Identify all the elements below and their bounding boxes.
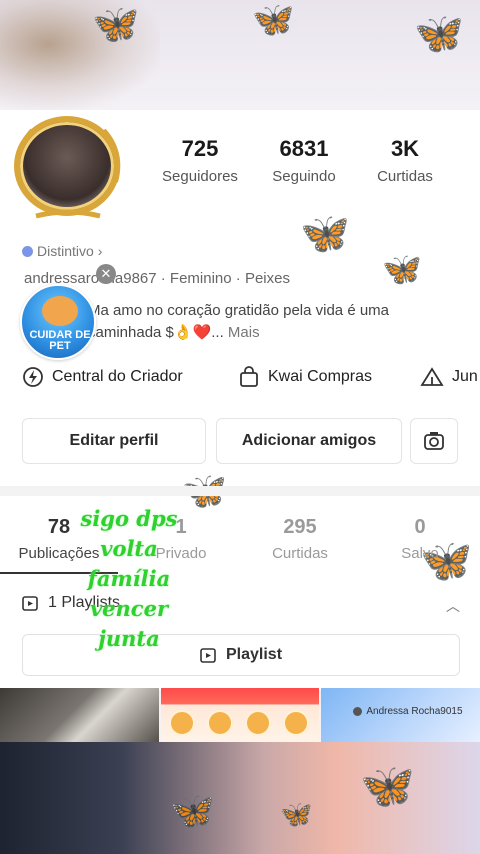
coin-icon <box>206 710 233 736</box>
shopping-bag-icon <box>240 366 258 387</box>
badge-link[interactable]: Distintivo › <box>22 243 102 259</box>
tab-saved[interactable]: 0 Salvo <box>360 516 480 562</box>
creator-center-label: Central do Criador <box>52 368 183 385</box>
avatar[interactable] <box>6 112 130 224</box>
badge-icon <box>22 245 33 257</box>
followers-label: Seguidores <box>162 168 238 185</box>
sticker-text: sigo dps volta família vencer junta <box>44 504 214 654</box>
liked-label: Curtidas <box>272 545 328 562</box>
author-avatar-icon <box>353 707 363 716</box>
pet-icon <box>42 296 78 326</box>
coin-icon <box>244 710 271 736</box>
footer-background <box>0 742 480 854</box>
creator-center-button[interactable]: Central do Criador <box>22 366 183 388</box>
chevron-right-icon: › <box>97 243 103 259</box>
coin-icon <box>282 710 309 736</box>
bio[interactable]: Ma amo no coração gratidão pela vida é u… <box>88 300 448 344</box>
video-thumbnail[interactable] <box>0 688 159 742</box>
playlist-icon <box>22 596 38 611</box>
coin-icon <box>168 710 195 736</box>
tab-likes[interactable]: 295 Curtidas <box>240 516 360 562</box>
badge-label: Distintivo <box>37 243 94 259</box>
pet-badge-label: CUIDAR DE PET <box>29 329 91 352</box>
tent-icon <box>420 367 444 386</box>
sticker-line: família <box>87 566 171 591</box>
playlist-button-label: Playlist <box>225 646 283 663</box>
followers-stat[interactable]: 725 Seguidores <box>150 136 250 185</box>
kwai-shop-label: Kwai Compras <box>268 368 373 385</box>
likes-stat[interactable]: 3K Curtidas <box>360 136 450 185</box>
likes-count: 3K <box>390 136 420 161</box>
kwai-shop-button[interactable]: Kwai Compras <box>238 366 372 388</box>
tools-row: Central do Criador Kwai Compras Jun <box>0 366 480 396</box>
edit-profile-button[interactable]: Editar perfil <box>22 418 206 464</box>
camera-button[interactable] <box>410 418 458 464</box>
saved-count: 0 <box>414 516 426 538</box>
saved-label: Salvo <box>401 545 439 562</box>
thumbnail-author-name: Andressa Rocha9015 <box>366 706 463 717</box>
more-tool-label: Jun <box>452 368 478 385</box>
followers-count: 725 <box>181 136 219 161</box>
add-friends-button[interactable]: Adicionar amigos <box>216 418 402 464</box>
sticker-line: junta <box>98 626 160 651</box>
video-grid: Andressa Rocha9015 <box>0 688 480 742</box>
lightning-icon <box>23 367 43 387</box>
likes-label: Curtidas <box>377 168 433 185</box>
section-divider <box>0 486 480 496</box>
thumbnail-author: Andressa Rocha9015 <box>353 706 463 717</box>
following-stat[interactable]: 6831 Seguindo <box>254 136 354 185</box>
camera-icon <box>424 432 444 450</box>
close-icon[interactable]: ✕ <box>96 264 116 284</box>
laurel-frame-icon <box>15 128 121 219</box>
pet-care-badge[interactable]: CUIDAR DE PET <box>20 284 96 360</box>
following-count: 6831 <box>279 136 329 161</box>
sticker-line: volta <box>100 536 158 561</box>
chevron-up-icon[interactable]: ︿ <box>446 596 460 616</box>
bio-more-link[interactable]: Mais <box>228 324 260 341</box>
sticker-line: vencer <box>89 596 169 621</box>
following-label: Seguindo <box>272 168 336 185</box>
video-thumbnail[interactable] <box>160 688 320 742</box>
liked-count: 295 <box>283 516 317 538</box>
more-tool-button[interactable]: Jun <box>420 366 478 388</box>
video-thumbnail[interactable]: Andressa Rocha9015 <box>321 688 480 742</box>
sticker-line: sigo dps <box>80 506 178 531</box>
header-photo <box>0 0 160 110</box>
